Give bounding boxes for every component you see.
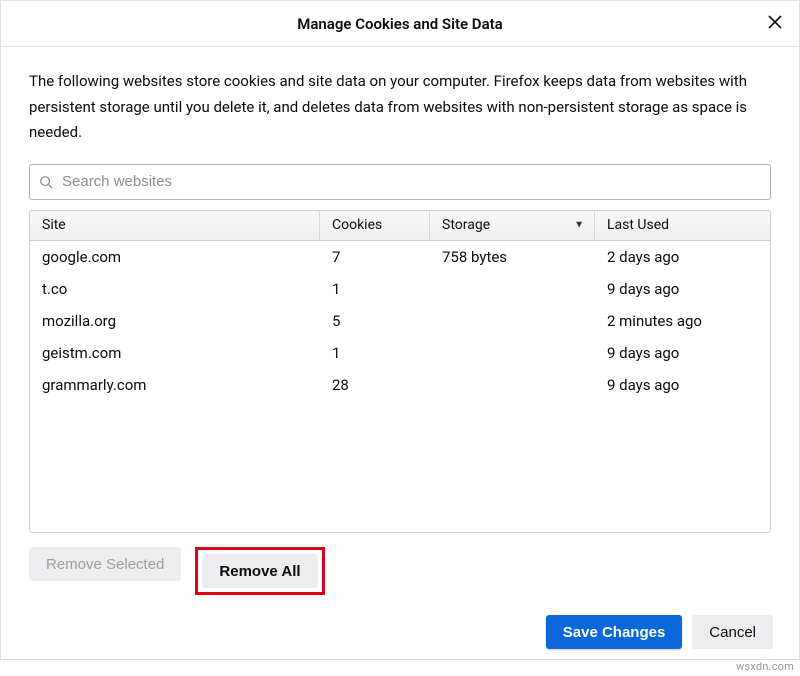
cell-site: t.co xyxy=(30,280,320,298)
cell-storage: 758 bytes xyxy=(430,248,595,266)
cell-site: grammarly.com xyxy=(30,376,320,394)
column-header-last-used-label: Last Used xyxy=(607,217,669,233)
sort-indicator-icon: ▼ xyxy=(574,220,584,231)
cell-site: google.com xyxy=(30,248,320,266)
dialog-content: The following websites store cookies and… xyxy=(1,47,799,605)
dialog-header: Manage Cookies and Site Data xyxy=(1,1,799,47)
remove-all-button[interactable]: Remove All xyxy=(202,554,317,588)
column-header-cookies-label: Cookies xyxy=(332,217,382,233)
column-header-last-used[interactable]: Last Used xyxy=(595,211,770,240)
table-header-row: Site Cookies Storage ▼ Last Used xyxy=(30,211,770,241)
table-row[interactable]: geistm.com1 9 days ago xyxy=(30,337,770,369)
cell-cookies: 1 xyxy=(320,344,430,362)
table-body[interactable]: google.com7758 bytes2 days agot.co19 day… xyxy=(30,241,770,533)
cancel-button[interactable]: Cancel xyxy=(692,615,773,649)
table-row[interactable]: google.com7758 bytes2 days ago xyxy=(30,241,770,273)
dialog-description: The following websites store cookies and… xyxy=(29,69,771,146)
cell-site: mozilla.org xyxy=(30,312,320,330)
table-row[interactable]: mozilla.org5 2 minutes ago xyxy=(30,305,770,337)
column-header-cookies[interactable]: Cookies xyxy=(320,211,430,240)
column-header-site[interactable]: Site xyxy=(30,211,320,240)
cell-last-used: 2 minutes ago xyxy=(595,312,770,330)
table-row[interactable]: grammarly.com28 9 days ago xyxy=(30,369,770,401)
highlight-annotation: Remove All xyxy=(195,547,324,595)
cell-cookies: 7 xyxy=(320,248,430,266)
cell-cookies: 1 xyxy=(320,280,430,298)
search-wrap xyxy=(29,164,771,200)
column-header-storage-label: Storage xyxy=(442,217,490,233)
dialog-title: Manage Cookies and Site Data xyxy=(297,15,502,33)
remove-selected-button[interactable]: Remove Selected xyxy=(29,547,181,581)
watermark-text: wsxdn.com xyxy=(736,660,794,673)
column-header-storage[interactable]: Storage ▼ xyxy=(430,211,595,240)
cell-last-used: 2 days ago xyxy=(595,248,770,266)
search-icon xyxy=(39,175,53,189)
action-buttons-row: Remove Selected Remove All xyxy=(29,533,771,595)
search-input[interactable] xyxy=(29,164,771,200)
close-icon xyxy=(768,15,782,32)
column-header-site-label: Site xyxy=(42,217,66,233)
cell-cookies: 28 xyxy=(320,376,430,394)
save-changes-button[interactable]: Save Changes xyxy=(546,615,683,649)
cell-last-used: 9 days ago xyxy=(595,280,770,298)
dialog-footer: Save Changes Cancel xyxy=(1,605,799,659)
table-row[interactable]: t.co1 9 days ago xyxy=(30,273,770,305)
close-button[interactable] xyxy=(761,9,789,37)
cell-site: geistm.com xyxy=(30,344,320,362)
cell-last-used: 9 days ago xyxy=(595,344,770,362)
cell-cookies: 5 xyxy=(320,312,430,330)
sites-table: Site Cookies Storage ▼ Last Used google.… xyxy=(29,210,771,534)
cell-last-used: 9 days ago xyxy=(595,376,770,394)
cookies-dialog: Manage Cookies and Site Data The followi… xyxy=(0,0,800,660)
